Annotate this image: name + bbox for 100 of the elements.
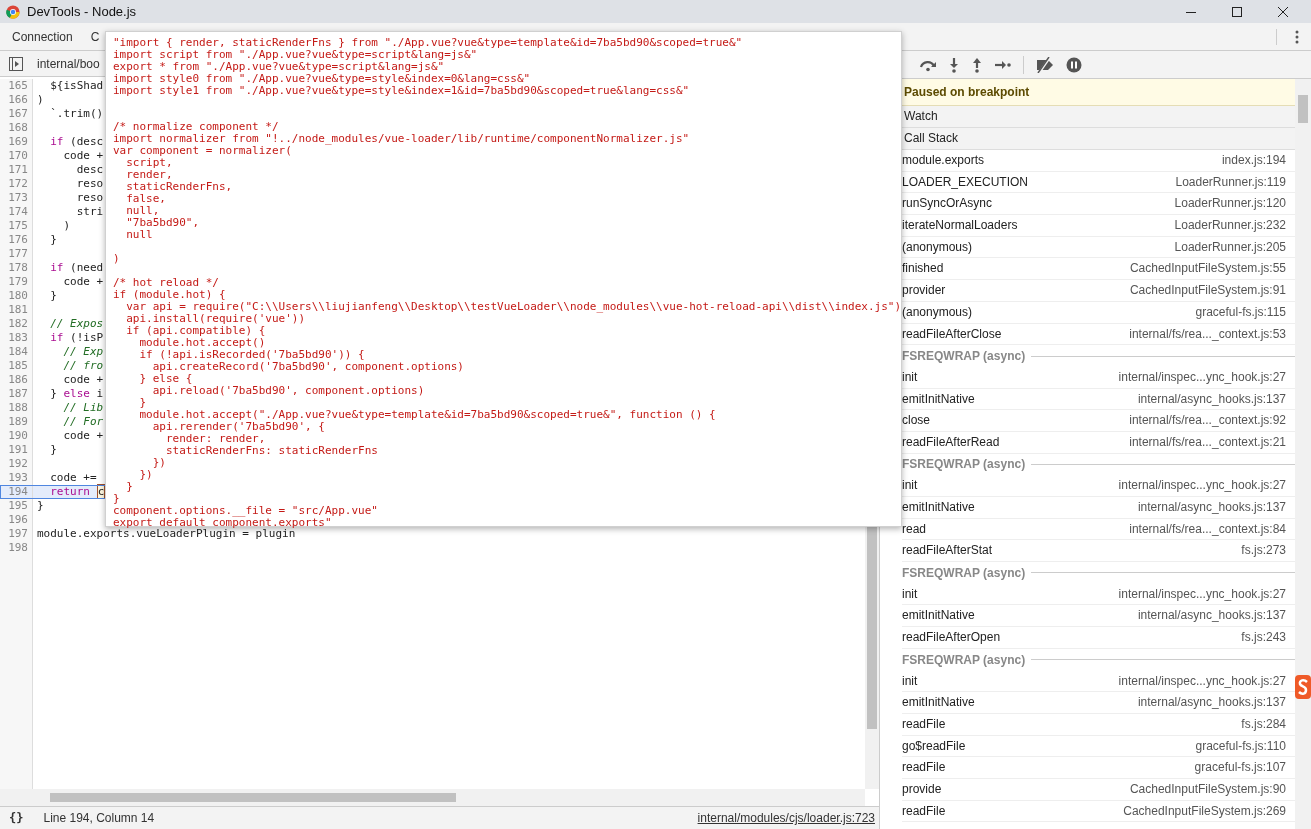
scrollbar[interactable] (1295, 79, 1311, 829)
code-line: if (need (49, 261, 104, 275)
line-number: 165 (0, 79, 33, 93)
call-frame[interactable]: provide CachedInputFileSystem.js:90 (902, 778, 1295, 801)
line-number: 186 (0, 373, 33, 387)
code-line: reso (75, 177, 104, 191)
code-line: ) (36, 93, 44, 107)
call-frame[interactable]: LOADER_EXECUTION LoaderRunner.js:119 (902, 171, 1295, 194)
browser-logo-icon (6, 4, 20, 19)
line-number: 195 (0, 499, 33, 513)
code-line: reso (75, 191, 104, 205)
call-frame[interactable]: emitInitNative internal/async_hooks.js:137 (902, 388, 1295, 411)
code-line: code + (62, 275, 104, 289)
code-line: // For (62, 415, 104, 429)
line-number: 190 (0, 429, 33, 443)
call-frame[interactable]: init internal/inspec...ync_hook.js:27 (902, 475, 1295, 497)
line-number: 175 (0, 219, 33, 233)
line-number: 179 (0, 275, 33, 289)
call-frame[interactable]: provider CachedInputFileSystem.js:91 (902, 280, 1295, 302)
line-number: 176 (0, 233, 33, 247)
sidebar-toggle-icon[interactable] (9, 56, 23, 71)
panel-tab[interactable]: Connection (6, 29, 79, 44)
window-title: DevTools - Node.js (27, 4, 137, 19)
async-separator: FSREQWRAP (async) (902, 565, 1026, 580)
ime-badge-icon[interactable] (1295, 675, 1311, 699)
line-number: 198 (0, 541, 33, 555)
call-frame[interactable]: init internal/inspec...ync_hook.js:27 (902, 670, 1295, 693)
code-line: // Exp (62, 345, 104, 359)
call-frame[interactable]: readFileAfterRead internal/fs/rea..._context.js:21 (902, 431, 1295, 454)
code-line: ) (62, 219, 71, 233)
call-frame[interactable]: close internal/fs/rea..._context.js:92 (902, 410, 1295, 432)
call-frame[interactable]: readFileAfterClose internal/fs/rea..._context.js:53 (902, 323, 1295, 346)
line-number: 193 (0, 471, 33, 485)
line-number: 189 (0, 415, 33, 429)
code-line: code + (62, 429, 104, 443)
step-out-icon[interactable] (971, 56, 983, 73)
line-number: 181 (0, 303, 33, 317)
call-frame[interactable]: init internal/inspec...ync_hook.js:27 (902, 583, 1295, 606)
scrollbar-thumb[interactable] (50, 793, 456, 802)
section-header[interactable]: Call Stack (902, 128, 1295, 150)
code-line: } (49, 289, 57, 303)
line-number: 174 (0, 205, 33, 219)
call-frame[interactable]: iterateNormalLoaders LoaderRunner.js:232 (902, 215, 1295, 237)
code-line: } else i (49, 387, 104, 401)
line-number: 185 (0, 359, 33, 373)
call-frame[interactable]: read internal/fs/rea..._context.js:84 (902, 518, 1295, 541)
maximize-icon[interactable] (1231, 5, 1243, 18)
call-frame[interactable]: (anonymous) graceful-fs.js:115 (902, 301, 1295, 324)
call-frame[interactable]: readFileAfterOpen fs.js:243 (902, 627, 1295, 649)
panel-tab[interactable]: C (84, 29, 106, 44)
code-line: // Expos (49, 317, 104, 331)
call-frame[interactable]: go$readFile graceful-fs.js:110 (902, 735, 1295, 758)
code-line: // fro (62, 359, 104, 373)
line-number: 180 (0, 289, 33, 303)
async-separator: FSREQWRAP (async) (902, 457, 1026, 472)
call-frame[interactable]: (anonymous) LoaderRunner.js:205 (902, 236, 1295, 259)
call-frame[interactable]: finished CachedInputFileSystem.js:55 (902, 258, 1295, 281)
call-frame[interactable]: emitInitNative internal/async_hooks.js:137 (902, 605, 1295, 628)
code-line: desc (75, 163, 104, 177)
code-line: } (36, 499, 44, 513)
line-number: 197 (0, 527, 33, 541)
source-link[interactable]: internal/modules/cjs/loader.js:723 (697, 811, 875, 825)
call-frame[interactable]: readFile graceful-fs.js:107 (902, 757, 1295, 779)
call-frame[interactable]: runSyncOrAsync LoaderRunner.js:120 (902, 193, 1295, 216)
file-tab[interactable]: internal/boo (37, 56, 100, 71)
line-number: 191 (0, 443, 33, 457)
line-number: 169 (0, 135, 33, 149)
code-line: code + (62, 149, 104, 163)
scrollbar[interactable] (0, 789, 865, 806)
pretty-print-button[interactable]: {} (0, 811, 32, 825)
call-frame[interactable]: module.exports index.js:194 (902, 150, 1295, 172)
deactivate-breakpoints-icon[interactable] (1035, 56, 1055, 73)
line-number: 172 (0, 177, 33, 191)
close-icon[interactable] (1277, 5, 1289, 18)
scrollbar-thumb[interactable] (1298, 95, 1308, 123)
call-frame[interactable]: readFile CachedInputFileSystem.js:269 (902, 800, 1295, 823)
line-number: 173 (0, 191, 33, 205)
section-header[interactable]: Watch (902, 106, 1295, 128)
line-number: 168 (0, 121, 33, 135)
call-frame[interactable]: emitInitNative internal/async_hooks.js:137 (902, 692, 1295, 714)
step-icon[interactable] (994, 58, 1012, 71)
code-line: // Lib (62, 401, 104, 415)
code-line: if (desc (49, 135, 104, 149)
call-frame[interactable]: init internal/inspec...ync_hook.js:27 (902, 366, 1295, 389)
code-line: } (49, 443, 57, 457)
async-separator: FSREQWRAP (async) (902, 652, 1026, 667)
line-number: 183 (0, 331, 33, 345)
call-frame[interactable]: readFile fs.js:284 (902, 713, 1295, 736)
step-into-icon[interactable] (948, 56, 960, 73)
call-frame[interactable]: readFileAfterStat fs.js:273 (902, 540, 1295, 563)
line-number: 192 (0, 457, 33, 471)
line-number: 187 (0, 387, 33, 401)
call-frame[interactable]: emitInitNative internal/async_hooks.js:137 (902, 497, 1295, 519)
line-number: 177 (0, 247, 33, 261)
code-line: stri (75, 205, 104, 219)
code-line: if (!isP (49, 331, 104, 345)
line-number: 182 (0, 317, 33, 331)
line-number: 178 (0, 261, 33, 275)
pause-icon[interactable] (1066, 56, 1082, 73)
more-options-icon[interactable] (1295, 29, 1299, 44)
